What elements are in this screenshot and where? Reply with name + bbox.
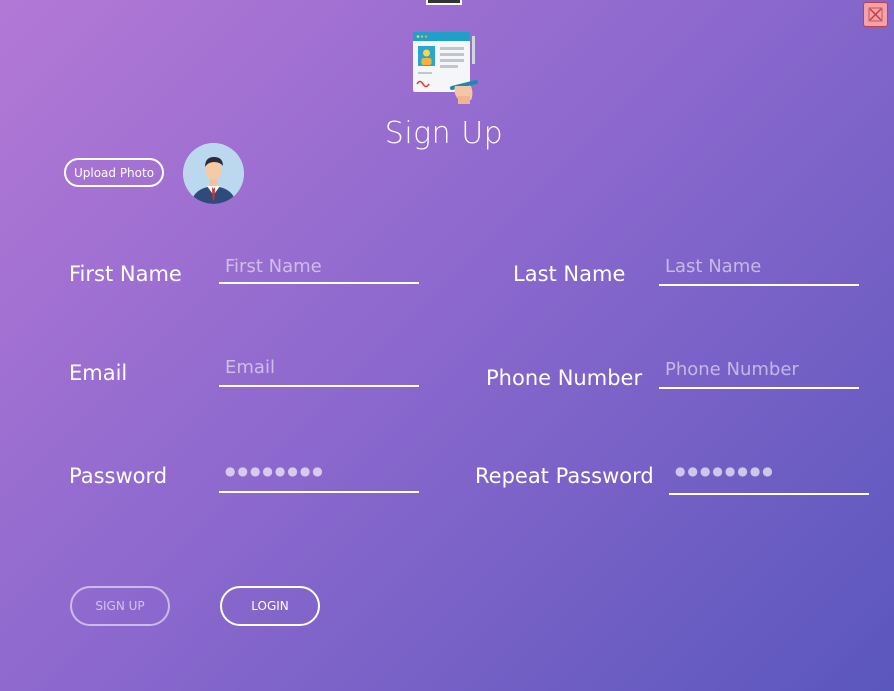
window-drag-handle[interactable] bbox=[426, 0, 462, 5]
upload-photo-button[interactable]: Upload Photo bbox=[64, 158, 164, 187]
page-title: Sign Up bbox=[384, 116, 504, 151]
first-name-placeholder: First Name bbox=[225, 256, 322, 277]
password-label: Password bbox=[69, 464, 168, 488]
phone-number-field[interactable]: Phone Number bbox=[659, 359, 859, 389]
first-name-label: First Name bbox=[69, 262, 182, 286]
user-avatar bbox=[183, 143, 244, 204]
close-button[interactable] bbox=[863, 2, 888, 27]
last-name-placeholder: Last Name bbox=[665, 256, 762, 277]
last-name-label: Last Name bbox=[513, 262, 626, 286]
repeat-password-label: Repeat Password bbox=[475, 464, 654, 488]
password-value: ●●●●●●●● bbox=[225, 464, 325, 478]
email-field[interactable]: Email bbox=[219, 357, 419, 387]
close-icon bbox=[868, 7, 883, 22]
sign-up-button[interactable]: SIGN UP bbox=[70, 586, 170, 626]
password-field[interactable]: ●●●●●●●● bbox=[219, 463, 419, 493]
first-name-field[interactable]: First Name bbox=[219, 256, 419, 284]
repeat-password-field[interactable]: ●●●●●●●● bbox=[669, 463, 869, 495]
phone-number-label: Phone Number bbox=[486, 366, 643, 390]
phone-number-placeholder: Phone Number bbox=[665, 359, 799, 380]
email-label: Email bbox=[69, 361, 128, 385]
email-placeholder: Email bbox=[225, 357, 275, 378]
signup-window: Sign Up Upload Photo First Name First Na… bbox=[0, 0, 894, 691]
repeat-password-value: ●●●●●●●● bbox=[675, 464, 775, 478]
signup-form-icon bbox=[410, 30, 482, 106]
login-button[interactable]: LOGIN bbox=[220, 586, 320, 626]
last-name-field[interactable]: Last Name bbox=[659, 256, 859, 286]
